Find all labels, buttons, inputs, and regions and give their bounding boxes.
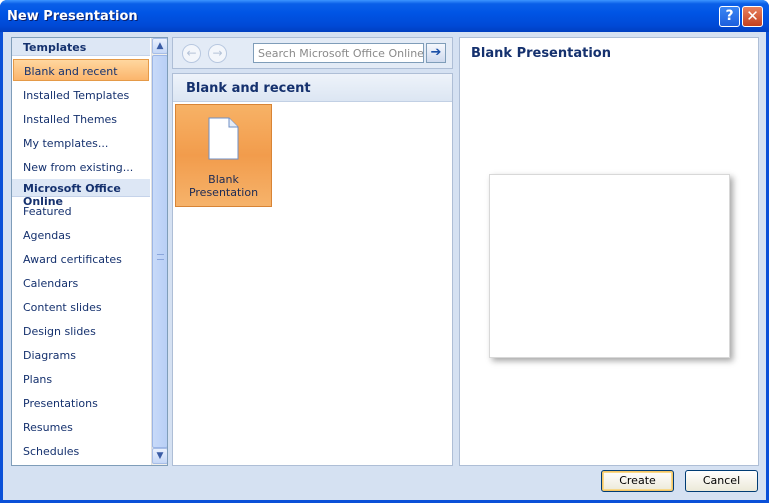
- sidebar-item-installed-themes[interactable]: Installed Themes: [12, 108, 150, 130]
- dialog-body: Templates Blank and recent Installed Tem…: [3, 32, 766, 500]
- template-tile-blank-presentation[interactable]: Blank Presentation: [175, 104, 272, 207]
- sidebar-item-blank-and-recent[interactable]: Blank and recent: [13, 59, 149, 81]
- search-input[interactable]: Search Microsoft Office Online fo: [253, 43, 424, 63]
- sidebar-item-calendars[interactable]: Calendars: [12, 272, 150, 294]
- sidebar-item-featured[interactable]: Featured: [12, 200, 150, 222]
- sidebar-item-content-slides[interactable]: Content slides: [12, 296, 150, 318]
- sidebar-item-plans[interactable]: Plans: [12, 368, 150, 390]
- sidebar-item-design-slides[interactable]: Design slides: [12, 320, 150, 342]
- sidebar-scrollbar[interactable]: ▲ ▼: [151, 38, 167, 465]
- gallery-header: Blank and recent: [173, 74, 452, 102]
- window-title: New Presentation: [7, 9, 138, 24]
- cancel-button[interactable]: Cancel: [685, 470, 758, 492]
- new-presentation-dialog: New Presentation ? ✕ Templates Blank and…: [0, 0, 769, 503]
- preview-title: Blank Presentation: [471, 46, 611, 61]
- sidebar-item-installed-templates[interactable]: Installed Templates: [12, 84, 150, 106]
- sidebar-item-new-from-existing[interactable]: New from existing...: [12, 156, 150, 178]
- sidebar-item-diagrams[interactable]: Diagrams: [12, 344, 150, 366]
- forward-icon[interactable]: →: [208, 44, 227, 63]
- sidebar-item-schedules[interactable]: Schedules: [12, 440, 150, 462]
- sidebar-item-presentations[interactable]: Presentations: [12, 392, 150, 414]
- sidebar-item-award-certificates[interactable]: Award certificates: [12, 248, 150, 270]
- slide-preview-thumbnail: [489, 174, 730, 358]
- scroll-down-button[interactable]: ▼: [152, 448, 167, 464]
- close-button[interactable]: ✕: [742, 6, 763, 27]
- preview-pane: Blank Presentation: [459, 37, 759, 466]
- sidebar-item-resumes[interactable]: Resumes: [12, 416, 150, 438]
- search-go-button[interactable]: ➔: [426, 43, 446, 63]
- grip-icon: [157, 254, 164, 260]
- scroll-thumb[interactable]: [152, 55, 167, 448]
- navigation-toolbar: ← → Search Microsoft Office Online fo ➔: [172, 37, 453, 69]
- scroll-up-button[interactable]: ▲: [152, 38, 167, 54]
- sidebar-item-agendas[interactable]: Agendas: [12, 224, 150, 246]
- back-icon[interactable]: ←: [182, 44, 201, 63]
- help-button[interactable]: ?: [719, 6, 740, 27]
- section-header-office-online: Microsoft Office Online: [12, 179, 150, 208]
- title-bar[interactable]: New Presentation ? ✕: [0, 0, 769, 32]
- template-gallery: Blank and recent Blank Presentation: [172, 73, 453, 466]
- create-button[interactable]: Create: [601, 470, 674, 492]
- template-tile-label: Blank Presentation: [188, 173, 259, 199]
- sidebar-item-my-templates[interactable]: My templates...: [12, 132, 150, 154]
- section-header-templates: Templates: [12, 38, 150, 56]
- template-categories-list: Templates Blank and recent Installed Tem…: [11, 37, 168, 466]
- blank-document-icon: [208, 117, 239, 160]
